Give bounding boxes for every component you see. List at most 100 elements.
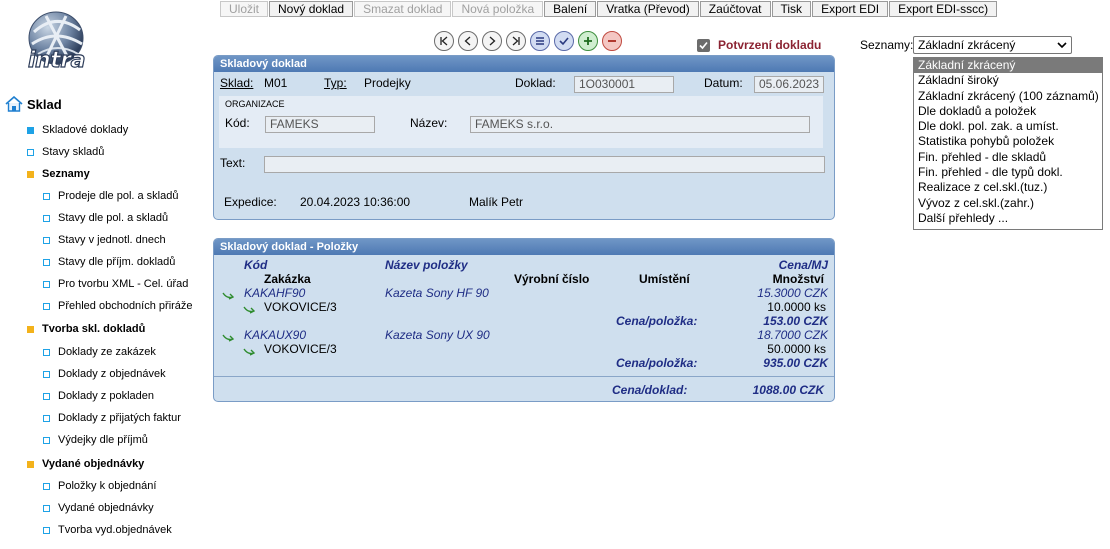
- organization-name-label: Název:: [410, 116, 448, 130]
- list-option[interactable]: Základní zkrácený (100 záznamů): [914, 89, 1102, 104]
- list-option[interactable]: Vývoz z cel.skl.(zahr.): [914, 196, 1102, 211]
- sidebar-item-docs-from-purchase-orders[interactable]: Doklady z objednávek: [43, 368, 166, 380]
- bullet-icon: [43, 258, 50, 266]
- sidebar-item-issues-by-receipts[interactable]: Výdejky dle příjmů: [43, 434, 148, 446]
- sidebar-root-label: Sklad: [27, 96, 62, 112]
- last-icon[interactable]: [506, 31, 526, 51]
- folder-icon: [27, 170, 34, 178]
- sidebar-item-stock-by-items[interactable]: Stavy dle pol. a skladů: [43, 212, 168, 224]
- organization-name-field[interactable]: FAMEKS s.r.o.: [470, 116, 810, 133]
- sidebar-folder-create-documents[interactable]: Tvorba skl. dokladů: [27, 323, 145, 335]
- sidebar-item-docs-from-invoices[interactable]: Doklady z přijatých faktur: [43, 412, 181, 424]
- folder-icon: [27, 325, 34, 333]
- sidebar-item-xml-customs[interactable]: Pro tvorbu XML - Cel. úřad: [43, 278, 188, 290]
- row-code-link[interactable]: KAKAHF90: [244, 286, 305, 300]
- print-button[interactable]: Tisk: [771, 1, 812, 17]
- row-arrow-icon[interactable]: [222, 290, 234, 300]
- bullet-icon: [43, 348, 50, 356]
- save-button[interactable]: Uložit: [220, 1, 269, 17]
- sidebar-item-sales-by-items[interactable]: Prodeje dle pol. a skladů: [43, 190, 178, 202]
- sidebar-root-sklad[interactable]: Sklad: [5, 96, 62, 112]
- sidebar-item-label: Přehled obchodních přiráže: [58, 300, 193, 312]
- document-panel: Skladový doklad Sklad: M01 Typ: Prodejky…: [213, 55, 835, 220]
- sidebar-folder-lists[interactable]: Seznamy: [27, 168, 90, 180]
- text-label: Text:: [220, 156, 246, 170]
- lists-select[interactable]: Základní zkrácený: [913, 36, 1072, 54]
- sidebar-item-issued-orders[interactable]: Vydané objednávky: [43, 502, 154, 514]
- header-item-name: Název položky: [385, 258, 468, 272]
- bullet-icon: [43, 436, 50, 444]
- return-transfer-button[interactable]: Vratka (Převod): [597, 1, 699, 17]
- header-order: Zakázka: [264, 272, 311, 286]
- organization-section: ORGANIZACE Kód: FAMEKS Název: FAMEKS s.r…: [219, 96, 823, 148]
- lists-select-value: Základní zkrácený: [918, 38, 1016, 52]
- new-document-button[interactable]: Nový doklad: [269, 1, 354, 17]
- sidebar-item-items-to-order[interactable]: Položky k objednání: [43, 480, 156, 492]
- sidebar-item-markup-overview[interactable]: Přehled obchodních přiráže: [43, 300, 193, 312]
- sidebar-item-stock-levels[interactable]: Stavy skladů: [27, 146, 104, 158]
- row-arrow-icon[interactable]: [243, 304, 255, 314]
- lists-label: Seznamy:: [860, 38, 914, 52]
- export-edi-sscc-button[interactable]: Export EDI-sscc): [889, 1, 998, 17]
- prev-icon[interactable]: [458, 31, 478, 51]
- list-option[interactable]: Fin. přehled - dle typů dokl.: [914, 165, 1102, 180]
- organization-title: ORGANIZACE: [225, 99, 285, 109]
- row-order: VOKOVICE/3: [264, 342, 337, 356]
- remove-icon[interactable]: [602, 31, 622, 51]
- bullet-icon: [43, 280, 50, 288]
- list-option[interactable]: Další přehledy ...: [914, 211, 1102, 226]
- sidebar-item-warehouse-documents[interactable]: Skladové doklady: [27, 124, 128, 136]
- row-total-label: Cena/položka:: [616, 356, 698, 370]
- row-arrow-icon[interactable]: [243, 346, 255, 356]
- record-navigation: [434, 31, 626, 51]
- sidebar-item-create-issued-orders[interactable]: Tvorba vyd.objednávek: [43, 524, 172, 536]
- sidebar-item-docs-from-orders[interactable]: Doklady ze zakázek: [43, 346, 156, 358]
- document-number-field[interactable]: 1O030001: [574, 76, 674, 93]
- organization-code-field[interactable]: FAMEKS: [265, 116, 375, 133]
- checkbox-checked-icon[interactable]: [697, 38, 710, 52]
- sidebar-item-label: Stavy dle příjm. dokladů: [58, 256, 176, 268]
- sidebar-item-stock-by-days[interactable]: Stavy v jednotl. dnech: [43, 234, 166, 246]
- header-code: Kód: [244, 258, 268, 272]
- post-accounting-button[interactable]: Zaúčtovat: [699, 1, 771, 17]
- bullet-icon: [43, 414, 50, 422]
- shipping-person: Malík Petr: [469, 195, 524, 209]
- first-icon[interactable]: [434, 31, 454, 51]
- sidebar-item-docs-from-cash-desks[interactable]: Doklady z pokladen: [43, 390, 154, 402]
- bullet-icon: [27, 148, 34, 156]
- date-field[interactable]: 05.06.2023: [754, 76, 824, 93]
- row-unit-price: 15.3000 CZK: [757, 286, 828, 300]
- list-option[interactable]: Fin. přehled - dle skladů: [914, 150, 1102, 165]
- list-option[interactable]: Dle dokladů a položek: [914, 104, 1102, 119]
- next-icon[interactable]: [482, 31, 502, 51]
- sidebar-item-label: Skladové doklady: [42, 124, 129, 136]
- list-option[interactable]: Základní zkrácený: [914, 58, 1102, 74]
- export-edi-button[interactable]: Export EDI: [812, 1, 889, 17]
- delete-document-button[interactable]: Smazat doklad: [354, 1, 452, 17]
- row-quantity: 10.0000 ks: [767, 300, 826, 314]
- list-option[interactable]: Statistika pohybů položek: [914, 134, 1102, 149]
- sidebar-item-label: Seznamy: [42, 168, 90, 180]
- warehouse-label: Sklad:: [220, 76, 254, 90]
- text-field[interactable]: [264, 156, 825, 173]
- sidebar-item-label: Tvorba skl. dokladů: [42, 323, 146, 335]
- list-option[interactable]: Realizace z cel.skl.(tuz.): [914, 180, 1102, 195]
- add-icon[interactable]: [578, 31, 598, 51]
- new-item-button[interactable]: Nová položka: [452, 1, 544, 17]
- row-code-link[interactable]: KAKAUX90: [244, 328, 306, 342]
- sidebar-item-label: Stavy v jednotl. dnech: [58, 234, 166, 246]
- shipping-date: 20.04.2023 10:36:00: [300, 195, 411, 209]
- confirm-document-checkbox[interactable]: Potvrzení dokladu: [697, 38, 821, 52]
- list-icon[interactable]: [530, 31, 550, 51]
- list-option[interactable]: Základní široký: [914, 73, 1102, 88]
- bullet-icon: [43, 482, 50, 490]
- packaging-button[interactable]: Balení: [544, 1, 597, 17]
- row-arrow-icon[interactable]: [222, 332, 234, 342]
- sidebar-item-label: Vydané objednávky: [58, 502, 154, 514]
- row-total-value: 935.00 CZK: [763, 356, 828, 370]
- list-option[interactable]: Dle dokl. pol. zak. a umíst.: [914, 119, 1102, 134]
- sidebar-folder-issued-orders[interactable]: Vydané objednávky: [27, 458, 144, 470]
- check-icon[interactable]: [554, 31, 574, 51]
- bullet-icon: [43, 192, 50, 200]
- sidebar-item-stock-by-receipts[interactable]: Stavy dle příjm. dokladů: [43, 256, 175, 268]
